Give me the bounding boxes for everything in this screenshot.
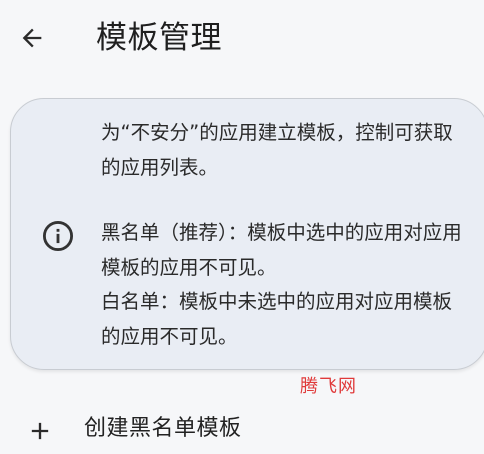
blacklist-description: 黑名单（推荐）：模板中选中的应用对应用模板的应用不可见。 [101, 221, 462, 279]
create-blacklist-template-label: 创建黑名单模板 [84, 416, 242, 441]
back-button[interactable] [12, 18, 52, 58]
app-bar: 模板管理 [0, 0, 484, 78]
plus-icon [31, 422, 49, 440]
watermark: 腾飞网 [300, 376, 357, 397]
info-icon [42, 220, 74, 252]
create-blacklist-template-button[interactable]: 创建黑名单模板 [0, 406, 484, 454]
whitelist-description: 白名单：模板中未选中的应用对应用模板的应用不可见。 [101, 290, 453, 348]
info-card: 为“不安分”的应用建立模板，控制可获取的应用列表。 黑名单（推荐）：模板中选中的… [10, 98, 484, 370]
arrow-left-icon [22, 28, 42, 48]
intro-text: 为“不安分”的应用建立模板，控制可获取的应用列表。 [101, 121, 453, 179]
page-title: 模板管理 [96, 20, 222, 56]
